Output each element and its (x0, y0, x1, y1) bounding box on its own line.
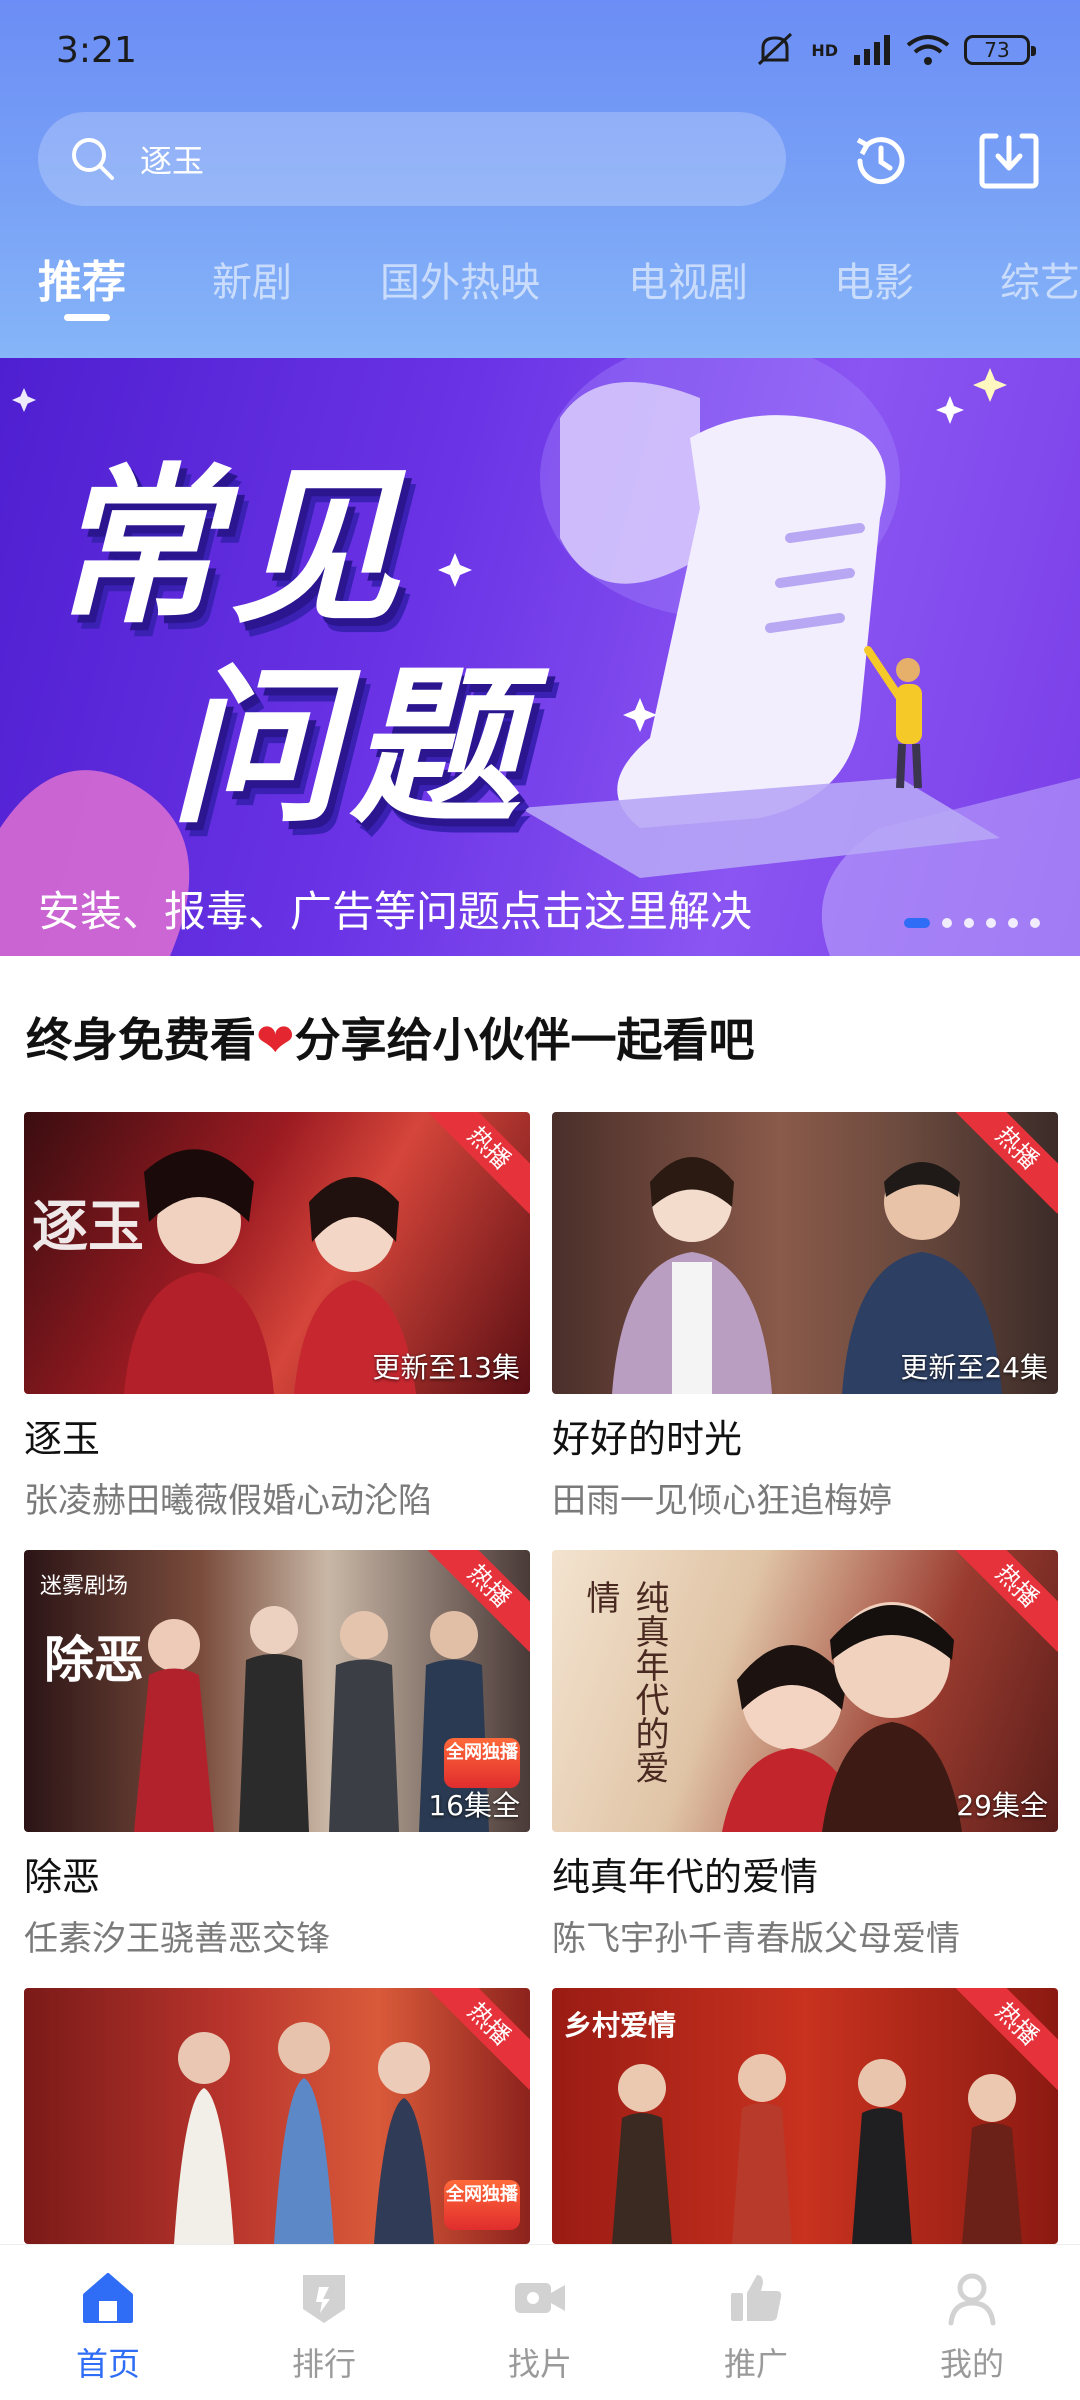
poster-title: 逐玉 (32, 1195, 144, 1260)
banner-title-line2: 问题 (170, 649, 531, 847)
drama-card[interactable]: 热播 全网独播 (24, 1988, 530, 2244)
drama-card[interactable]: 迷雾剧场 除恶 热播 全网独播 16集全 除恶 任素汐王骁善恶交锋 (24, 1550, 530, 1960)
episode-count: 29集全 (956, 1789, 1048, 1822)
banner-dot (986, 918, 996, 928)
category-tabs: 推荐 新剧 国外热映 电视剧 电影 综艺 (0, 240, 1080, 330)
status-time: 3:21 (56, 30, 137, 71)
tab-overseas[interactable]: 国外热映 (380, 250, 540, 308)
drama-subtitle: 任素汐王骁善恶交锋 (24, 1919, 330, 1959)
hd-badge: HD (811, 40, 838, 60)
drama-title: 纯真年代的爱情 (552, 1855, 819, 1899)
exclusive-badge: 全网独播 (444, 1738, 520, 1788)
battery-indicator: 73 (964, 35, 1036, 65)
section-title-suffix: 分享给小伙伴一起看吧 (294, 1013, 755, 1067)
nav-home[interactable]: 首页 (48, 2267, 168, 2385)
wifi-icon (906, 35, 950, 65)
banner-dot (964, 918, 974, 928)
drama-card[interactable]: 热播 更新至24集 好好的时光 田雨一见倾心狂追梅婷 (552, 1112, 1058, 1522)
signal-icon (854, 35, 890, 65)
section-title: 终身免费看❤分享给小伙伴一起看吧 (26, 1004, 755, 1070)
header: 3:21 HD 73 逐玉 推荐 新剧 国外热映 电视剧 电影 综艺 (0, 0, 1080, 358)
status-bar: 3:21 HD 73 (0, 0, 1080, 100)
nav-profile[interactable]: 我的 (912, 2267, 1032, 2385)
nav-promote[interactable]: 推广 (696, 2267, 816, 2385)
tab-tv-series[interactable]: 电视剧 (628, 250, 748, 308)
nav-ranking[interactable]: 排行 (264, 2267, 384, 2385)
poster-title: 乡村爱情 (564, 2009, 677, 2042)
tab-recommend[interactable]: 推荐 (38, 246, 126, 310)
drama-card[interactable]: 纯真年代的爱情 热播 29集全 纯真年代的爱情 陈飞宇孙千青春版父母爱情 (552, 1550, 1058, 1960)
nav-find-label: 找片 (507, 2345, 572, 2383)
banner-dot (1030, 918, 1040, 928)
banner-dot (942, 918, 952, 928)
nav-promote-label: 推广 (723, 2345, 788, 2383)
poster: 迷雾剧场 除恶 热播 全网独播 16集全 (24, 1550, 530, 1832)
nav-home-label: 首页 (75, 2345, 140, 2383)
profile-icon (948, 2273, 996, 2326)
ranking-icon (303, 2275, 345, 2323)
download-icon[interactable] (976, 128, 1042, 194)
nav-profile-label: 我的 (939, 2345, 1004, 2383)
poster: 纯真年代的爱情 热播 29集全 (552, 1550, 1058, 1832)
mute-icon (758, 32, 793, 66)
episode-count: 16集全 (428, 1789, 520, 1822)
nav-find[interactable]: 找片 (480, 2267, 600, 2385)
drama-title: 逐玉 (24, 1417, 101, 1461)
home-icon (83, 2273, 133, 2323)
exclusive-badge: 全网独播 (444, 2180, 520, 2230)
video-camera-icon (515, 2283, 565, 2313)
history-icon[interactable] (848, 128, 914, 194)
drama-card[interactable]: 乡村爱情 热播 (552, 1988, 1058, 2244)
drama-subtitle: 张凌赫田曦薇假婚心动沦陷 (24, 1481, 432, 1521)
section-title-prefix: 终身免费看 (26, 1013, 256, 1067)
search-icon (72, 138, 114, 180)
episode-count: 更新至13集 (372, 1351, 520, 1384)
tab-new-drama[interactable]: 新剧 (212, 250, 292, 308)
heart-icon: ❤ (256, 1013, 295, 1067)
banner-caption: 安装、报毒、广告等问题点击这里解决 (38, 887, 753, 936)
banner-pagination (904, 918, 1040, 928)
poster: 乡村爱情 热播 (552, 1988, 1058, 2244)
status-icons: HD 73 (753, 30, 1036, 70)
banner-title-line1: 常见 (50, 449, 411, 647)
poster: 逐玉 热播 更新至13集 (24, 1112, 530, 1394)
drama-subtitle: 陈飞宇孙千青春版父母爱情 (552, 1919, 960, 1959)
poster-title: 除恶 (44, 1631, 144, 1689)
tab-movies[interactable]: 电影 (834, 250, 914, 308)
drama-subtitle: 田雨一见倾心狂追梅婷 (552, 1481, 892, 1521)
faq-banner[interactable]: 常见 问题 安装、报毒、广告等问题点击这里解决 (0, 358, 1080, 956)
poster-title: 纯真年代的爱情 (580, 1580, 669, 1784)
bottom-nav: 首页 排行 找片 推广 我的 (0, 2244, 1080, 2400)
nav-ranking-label: 排行 (291, 2345, 356, 2383)
banner-title: 常见 问题 (50, 448, 530, 848)
thumbs-up-icon (731, 2275, 782, 2321)
episode-count: 更新至24集 (900, 1351, 1048, 1384)
poster: 热播 全网独播 (24, 1988, 530, 2244)
poster: 热播 更新至24集 (552, 1112, 1058, 1394)
drama-card[interactable]: 逐玉 热播 更新至13集 逐玉 张凌赫田曦薇假婚心动沦陷 (24, 1112, 530, 1522)
banner-dot (1008, 918, 1018, 928)
tab-indicator (64, 314, 110, 321)
search-bar[interactable] (38, 112, 786, 206)
drama-title: 除恶 (24, 1855, 101, 1899)
drama-title: 好好的时光 (552, 1417, 743, 1461)
search-input[interactable] (140, 140, 700, 178)
poster-logo: 迷雾剧场 (40, 1574, 129, 1599)
tab-variety[interactable]: 综艺 (1000, 250, 1080, 308)
banner-dot (904, 918, 930, 928)
